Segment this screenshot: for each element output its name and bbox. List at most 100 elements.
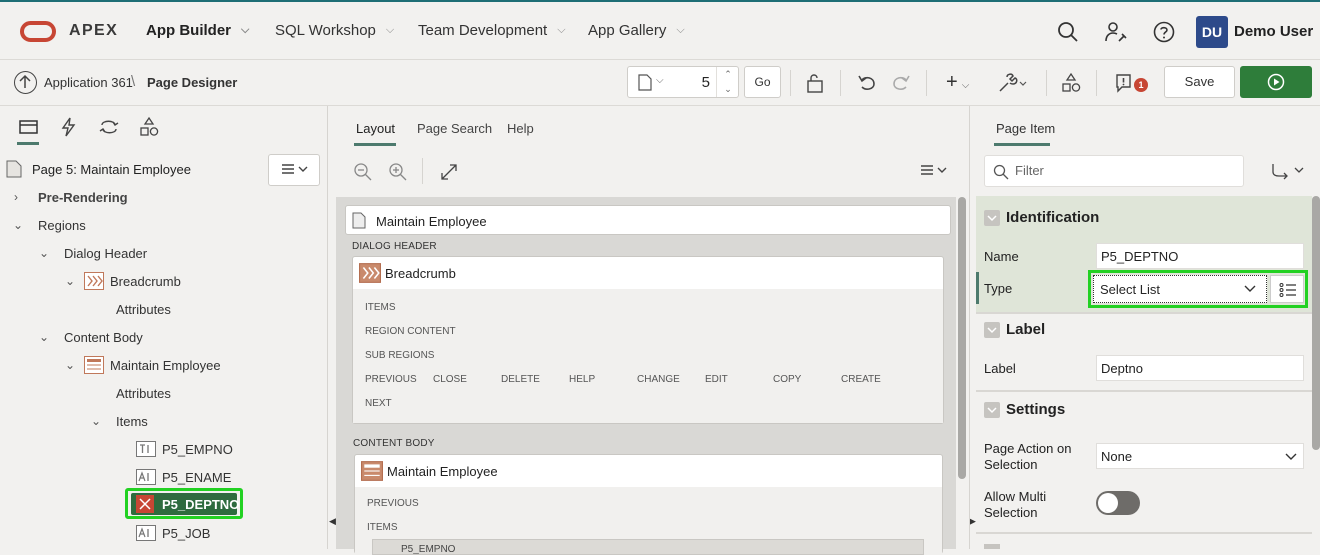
tree-item[interactable]: P5_EMPNO — [162, 442, 233, 457]
run-page-button[interactable] — [1240, 66, 1312, 98]
apex-brand[interactable]: APEX — [69, 22, 118, 40]
tree-regions[interactable]: Regions — [38, 218, 86, 233]
user-name[interactable]: Demo User — [1234, 23, 1313, 40]
slot-change[interactable]: CHANGE — [637, 374, 680, 385]
filter-field[interactable] — [984, 155, 1244, 187]
slot-previous[interactable]: PREVIOUS — [367, 498, 419, 509]
slot-region-content[interactable]: REGION CONTENT — [365, 326, 456, 337]
tree-content-body[interactable]: Content Body — [64, 330, 143, 345]
help-icon[interactable] — [1152, 20, 1176, 44]
go-to-group-icon[interactable] — [1270, 162, 1308, 180]
type-select[interactable]: Select List — [1093, 275, 1267, 303]
shared-components-tab-icon[interactable] — [137, 116, 161, 138]
chevron-down-icon[interactable] — [984, 544, 1000, 549]
chevron-down-icon[interactable]: ⌵ — [656, 75, 664, 86]
nav-sql-workshop[interactable]: SQL Workshop ⌵ — [275, 22, 394, 39]
rendering-tab-icon[interactable] — [17, 116, 41, 138]
nav-app-builder[interactable]: App Builder ⌵ — [146, 22, 249, 39]
zoom-out-icon[interactable] — [353, 162, 373, 182]
oracle-logo-icon[interactable] — [20, 21, 56, 42]
tab-page-item[interactable]: Page Item — [996, 121, 1055, 136]
tree-item[interactable]: P5_ENAME — [162, 470, 231, 485]
expand-icon[interactable] — [440, 163, 458, 181]
utilities-wrench-icon[interactable] — [996, 71, 1028, 95]
nav-team-development[interactable]: Team Development ⌵ — [418, 22, 566, 39]
label-group-header[interactable]: Label — [976, 312, 1312, 348]
tree-items[interactable]: Items — [116, 414, 148, 429]
slot-items[interactable]: ITEMS — [365, 302, 396, 313]
page-selector[interactable]: ⌵ 5 ⌃ ⌄ — [627, 66, 739, 98]
list-options-button[interactable] — [1270, 275, 1304, 303]
page-card[interactable]: Maintain Employee — [345, 205, 951, 235]
save-button[interactable]: Save — [1164, 66, 1235, 98]
redo-icon[interactable] — [890, 71, 912, 95]
slot-copy[interactable]: COPY — [773, 374, 801, 385]
zoom-in-icon[interactable] — [388, 162, 408, 182]
maintain-employee-region-card[interactable]: Maintain Employee PREVIOUS ITEMS P5_EMPN… — [354, 454, 943, 555]
up-arrow-icon[interactable] — [14, 71, 37, 94]
chevron-down-icon[interactable]: ⌄ — [65, 274, 75, 288]
undo-icon[interactable] — [856, 71, 878, 95]
chevron-down-icon[interactable] — [984, 402, 1000, 418]
chevron-down-icon[interactable]: ⌄ — [65, 358, 75, 372]
slot-next[interactable]: NEXT — [365, 398, 392, 409]
tree-item[interactable]: P5_JOB — [162, 526, 210, 541]
tree-pre-rendering[interactable]: Pre-Rendering — [38, 190, 128, 205]
collapse-left-icon[interactable]: ◀ — [329, 516, 336, 527]
tree-attributes[interactable]: Attributes — [116, 302, 171, 317]
tree-dialog-header[interactable]: Dialog Header — [64, 246, 147, 261]
tree-page-title[interactable]: Page 5: Maintain Employee — [32, 162, 191, 177]
tab-layout[interactable]: Layout — [356, 121, 395, 136]
scrollbar[interactable] — [1312, 196, 1320, 450]
page-action-select[interactable]: None — [1096, 443, 1304, 469]
breadcrumb-application[interactable]: Application 361 — [44, 75, 133, 90]
search-icon[interactable] — [1056, 20, 1080, 44]
name-field[interactable]: P5_DEPTNO — [1096, 243, 1304, 269]
slot-edit[interactable]: EDIT — [705, 374, 728, 385]
tree-breadcrumb[interactable]: Breadcrumb — [110, 274, 181, 289]
page-number-input[interactable]: 5 — [690, 74, 710, 91]
slot-help[interactable]: HELP — [569, 374, 595, 385]
layout-menu-icon[interactable] — [920, 165, 950, 177]
chevron-down-icon[interactable] — [984, 322, 1000, 338]
chevron-right-icon[interactable]: › — [14, 190, 18, 204]
dynamic-actions-tab-icon[interactable] — [57, 116, 81, 138]
slot-items[interactable]: ITEMS — [367, 522, 398, 533]
slot-previous[interactable]: PREVIOUS — [365, 374, 417, 385]
breadcrumb-region-card[interactable]: Breadcrumb ITEMS REGION CONTENT SUB REGI… — [352, 256, 944, 424]
settings-group-header[interactable]: Settings — [976, 392, 1312, 428]
go-button[interactable]: Go — [744, 66, 781, 98]
list-icon — [1279, 283, 1296, 297]
filter-input[interactable] — [1015, 163, 1235, 178]
tree-menu-button[interactable] — [268, 154, 320, 186]
chevron-down-icon[interactable]: ⌄ — [91, 414, 101, 428]
page-number-stepper[interactable]: ⌃ ⌄ — [716, 67, 739, 97]
collapse-right-icon[interactable]: ▶ — [969, 516, 976, 527]
chevron-down-icon[interactable]: ⌄ — [39, 246, 49, 260]
nav-app-gallery[interactable]: App Gallery ⌵ — [588, 22, 685, 39]
messages-icon[interactable] — [1114, 71, 1134, 95]
tree-attributes[interactable]: Attributes — [116, 386, 171, 401]
admin-icon[interactable] — [1104, 20, 1128, 44]
identification-group-header[interactable]: Identification — [976, 200, 1312, 236]
tree-maintain-employee[interactable]: Maintain Employee — [110, 358, 221, 373]
shared-components-icon[interactable] — [1060, 71, 1082, 95]
slot-create[interactable]: CREATE — [841, 374, 881, 385]
chevron-down-icon[interactable]: ⌄ — [13, 218, 23, 232]
scrollbar[interactable] — [958, 197, 966, 479]
chevron-down-icon[interactable] — [984, 210, 1000, 226]
messages-count-badge: 1 — [1134, 78, 1148, 92]
chevron-down-icon[interactable]: ⌄ — [39, 330, 49, 344]
processing-tab-icon[interactable] — [97, 116, 121, 138]
tree-item-selected[interactable]: P5_DEPTNO — [131, 493, 239, 515]
lock-page-icon[interactable] — [805, 71, 827, 95]
slot-close[interactable]: CLOSE — [433, 374, 467, 385]
label-field[interactable]: Deptno — [1096, 355, 1304, 381]
tab-page-search[interactable]: Page Search — [417, 121, 492, 136]
create-menu-icon[interactable]: + ⌵ — [946, 71, 969, 94]
slot-delete[interactable]: DELETE — [501, 374, 540, 385]
slot-sub-regions[interactable]: SUB REGIONS — [365, 350, 434, 361]
item-placeholder[interactable]: P5_EMPNO — [372, 539, 924, 555]
avatar[interactable]: DU — [1196, 16, 1228, 48]
tab-help[interactable]: Help — [507, 121, 534, 136]
